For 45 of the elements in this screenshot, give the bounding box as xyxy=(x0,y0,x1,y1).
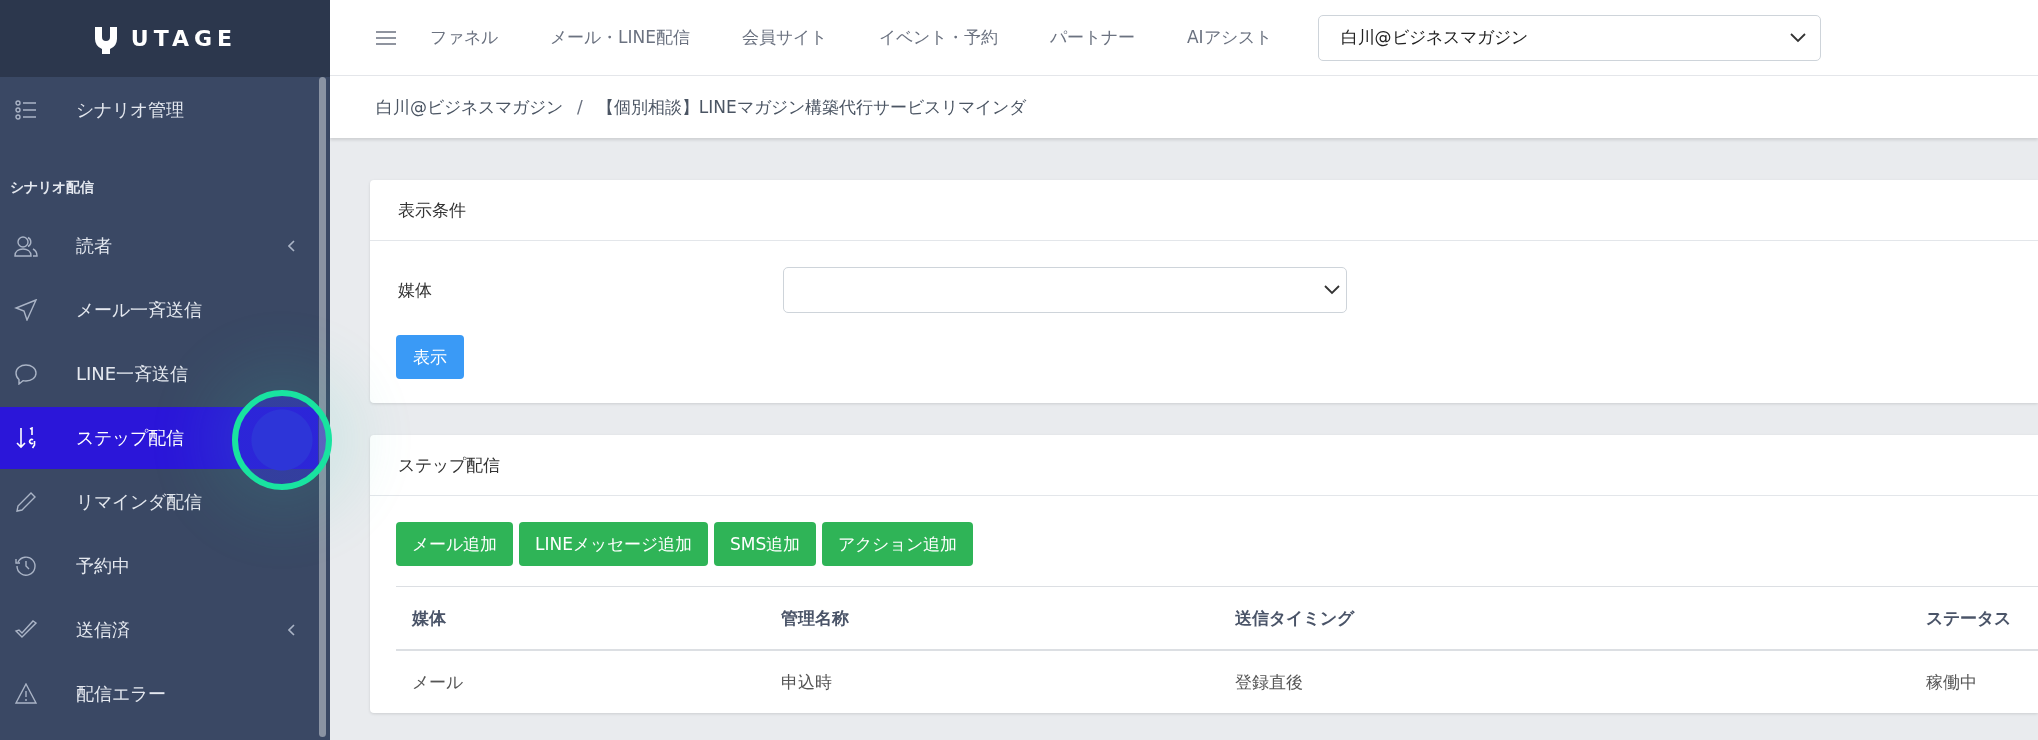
column-header: ステータス xyxy=(1910,586,2038,650)
table-cell: 申込時 xyxy=(765,650,1219,713)
column-header: 媒体 xyxy=(396,586,765,650)
menu-icon[interactable] xyxy=(376,29,396,46)
history-icon xyxy=(14,555,38,577)
chevron-left-icon xyxy=(288,240,296,252)
card-title: ステップ配信 xyxy=(370,435,2038,496)
list-icon xyxy=(14,99,38,121)
chevron-down-icon xyxy=(1324,285,1340,295)
nav-link[interactable]: 会員サイト xyxy=(741,26,827,49)
sidebar-item[interactable]: シナリオ管理 xyxy=(0,79,318,141)
sidebar-item[interactable]: リマインダ配信 xyxy=(0,471,318,533)
column-header: 送信タイミング xyxy=(1219,586,1910,650)
send-icon xyxy=(14,299,38,321)
table-cell: 登録直後 xyxy=(1219,650,1910,713)
column-header: 管理名称 xyxy=(765,586,1219,650)
sidebar-item[interactable]: 読者 xyxy=(0,215,318,277)
sidebar-item[interactable]: LINE一斉送信 xyxy=(0,343,318,405)
breadcrumb-separator: / xyxy=(577,97,583,117)
sidebar-item[interactable]: メール一斉送信 xyxy=(0,279,318,341)
warning-icon xyxy=(14,683,38,705)
section-heading: シナリオ配信 xyxy=(9,178,95,197)
sidebar-item[interactable]: 送信済 xyxy=(0,599,318,661)
chevron-left-icon xyxy=(288,624,296,636)
nav-link[interactable]: メール・LINE配信 xyxy=(550,26,690,49)
users-icon xyxy=(14,235,38,257)
card-title: 表示条件 xyxy=(370,180,2038,241)
breadcrumb-link[interactable]: 【個別相談】LINEマガジン構築代行サービスリマインダ xyxy=(596,95,1026,119)
sort-numeric-icon xyxy=(14,427,38,449)
nav-link[interactable]: イベント・予約 xyxy=(878,26,998,49)
nav-link[interactable]: ファネル xyxy=(430,26,498,49)
sidebar-item[interactable]: 予約中 xyxy=(0,535,318,597)
breadcrumb-link[interactable]: 白川@ビジネスマガジン xyxy=(376,95,563,119)
nav-link[interactable]: AIアシスト xyxy=(1186,26,1272,49)
field-label: 媒体 xyxy=(397,278,433,302)
scrollbar[interactable] xyxy=(319,77,326,737)
table-cell: 稼働中 xyxy=(1910,650,2038,713)
pencil-icon xyxy=(14,491,38,513)
chat-bubble-icon xyxy=(14,363,38,385)
sidebar-item[interactable]: 配信エラー xyxy=(0,663,318,725)
account-select[interactable]: 白川@ビジネスマガジン xyxy=(1317,14,1821,61)
nav-link[interactable]: パートナー xyxy=(1049,26,1135,49)
table-cell: メール xyxy=(396,650,765,713)
chevron-down-icon xyxy=(1789,32,1806,43)
logo-text: UTAGE xyxy=(130,26,238,51)
